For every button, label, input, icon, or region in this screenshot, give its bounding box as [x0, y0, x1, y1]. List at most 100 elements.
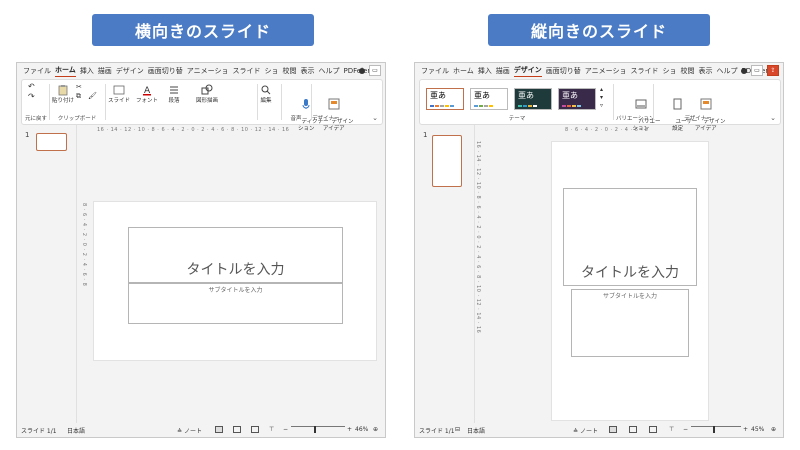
theme-office[interactable]: 亜あ — [426, 88, 464, 110]
zoom-slider-thumb[interactable] — [314, 426, 316, 433]
tab-design[interactable]: デザイン — [513, 65, 542, 77]
tab-draw[interactable]: 描画 — [98, 66, 112, 76]
reading-view-icon[interactable] — [649, 426, 657, 433]
collapse-ribbon-icon[interactable]: ⌄ — [770, 114, 776, 122]
title-placeholder[interactable]: タイトルを入力 — [563, 188, 697, 286]
slideshow-icon[interactable]: ⊤ — [269, 426, 274, 433]
fit-slide-icon[interactable]: ⊕ — [373, 426, 378, 433]
theme-scroll-icon[interactable]: ▴ ▾ ▿ — [600, 86, 603, 110]
editing-button[interactable]: 編集 — [260, 84, 272, 105]
slide-count: スライド 1/1 — [419, 428, 455, 435]
tab-slideshow[interactable]: スライド — [631, 66, 659, 76]
tab-file[interactable]: ファイル — [23, 66, 51, 76]
tab-insert[interactable]: 挿入 — [80, 66, 94, 76]
accessibility-icon[interactable]: ⊟ — [455, 426, 460, 433]
collapse-ribbon-icon[interactable]: ⌄ — [372, 114, 378, 122]
slideshow-icon[interactable]: ⊤ — [669, 426, 674, 433]
language[interactable]: 日本語 — [67, 426, 85, 435]
record-icon[interactable] — [741, 68, 747, 74]
subtitle-placeholder[interactable]: サブタイトルを入力 — [571, 289, 689, 357]
tab-show[interactable]: ショ — [265, 66, 279, 76]
tab-review[interactable]: 校閲 — [681, 66, 695, 76]
notes-button[interactable]: ≙ ノート — [573, 426, 598, 435]
design-ideas-icon — [328, 98, 340, 110]
tab-help[interactable]: ヘルプ — [717, 66, 738, 76]
copy-icon[interactable]: ⧉ — [76, 93, 81, 100]
tab-file[interactable]: ファイル — [421, 66, 449, 76]
paste-button[interactable]: 貼り付け — [52, 84, 74, 105]
font-icon: A — [143, 86, 151, 96]
undo-icon[interactable]: ↶ — [28, 83, 35, 91]
language[interactable]: 日本語 — [467, 426, 485, 435]
paragraph-button[interactable]: 段落 — [168, 84, 180, 105]
window-controls: ▭ — [359, 65, 381, 76]
cut-icon[interactable]: ✂ — [76, 84, 82, 91]
tab-home[interactable]: ホーム — [55, 65, 76, 77]
slide-canvas[interactable]: タイトルを入力 サブタイトルを入力 — [551, 141, 709, 421]
tab-transitions[interactable]: 画面切り替 — [148, 66, 183, 76]
tab-view[interactable]: 表示 — [699, 66, 713, 76]
slide-canvas[interactable]: タイトルを入力 サブタイトルを入力 — [93, 201, 377, 361]
format-painter-icon[interactable]: 🖌 — [88, 93, 97, 100]
zoom-slider-thumb[interactable] — [713, 426, 715, 433]
zoom-in-icon[interactable]: + — [347, 426, 352, 433]
tab-insert[interactable]: 挿入 — [478, 66, 492, 76]
slide-button[interactable]: スライド — [108, 84, 130, 105]
fit-slide-icon[interactable]: ⊕ — [771, 426, 776, 433]
comment-icon[interactable]: ▭ — [751, 65, 763, 76]
theme-light-label: 亜あ — [474, 91, 490, 100]
share-icon[interactable]: ⇪ — [767, 65, 779, 76]
theme-light[interactable]: 亜あ — [470, 88, 508, 110]
search-icon — [261, 85, 271, 95]
zoom-slider[interactable] — [291, 426, 345, 427]
slide-thumbnail[interactable] — [36, 133, 67, 151]
slide-label: スライド — [108, 98, 131, 104]
tab-transitions[interactable]: 画面切り替 — [546, 66, 581, 76]
font-label: フォント — [136, 98, 159, 104]
font-button[interactable]: A フォント — [136, 84, 158, 105]
slide-number: 1 — [25, 131, 30, 139]
tab-slideshow[interactable]: スライド — [233, 66, 261, 76]
notes-button[interactable]: ≙ ノート — [177, 426, 202, 435]
drawing-button[interactable]: 図形描画 — [196, 84, 218, 105]
tab-view[interactable]: 表示 — [301, 66, 315, 76]
theme-teal[interactable]: 亜あ — [514, 88, 552, 110]
zoom-slider[interactable] — [691, 426, 741, 427]
status-bar: スライド 1/1 ⊟ 日本語 ≙ ノート ⊤ − + 45% ⊕ — [415, 423, 783, 437]
theme-purple[interactable]: 亜あ — [558, 88, 596, 110]
user-setting-group: ユーザー 設定 デザイン アイデア デザイナー — [656, 82, 726, 132]
tab-help[interactable]: ヘルプ — [319, 66, 340, 76]
slide-sorter-icon[interactable] — [629, 426, 637, 433]
tab-design[interactable]: デザイン — [116, 66, 144, 76]
normal-view-icon[interactable] — [215, 426, 223, 433]
paragraph-label: 段落 — [168, 98, 180, 104]
vertical-ruler: 16 · 14 · 12 · 10 · 8 · 6 · 4 · 2 · 0 · … — [475, 141, 481, 334]
slide-thumbnail[interactable] — [432, 135, 462, 187]
editing-label: 編集 — [260, 98, 272, 104]
redo-icon[interactable]: ↷ — [28, 93, 35, 101]
tab-review[interactable]: 校閲 — [283, 66, 297, 76]
subtitle-placeholder[interactable]: サブタイトルを入力 — [128, 283, 343, 324]
zoom-in-icon[interactable]: + — [743, 426, 748, 433]
reading-view-icon[interactable] — [251, 426, 259, 433]
tab-animations[interactable]: アニメーショ — [187, 66, 229, 76]
tab-draw[interactable]: 描画 — [496, 66, 510, 76]
tab-show[interactable]: ショ — [663, 66, 677, 76]
zoom-level[interactable]: 46% — [355, 426, 368, 433]
title-placeholder[interactable]: タイトルを入力 — [128, 227, 343, 283]
normal-view-icon[interactable] — [609, 426, 617, 433]
variations-group: バリエー ション バリエーション — [616, 82, 661, 132]
comment-icon[interactable]: ▭ — [369, 65, 381, 76]
tab-animations[interactable]: アニメーショ — [585, 66, 627, 76]
slide-count: スライド 1/1 — [21, 428, 57, 435]
shapes-icon — [201, 84, 213, 95]
zoom-out-icon[interactable]: − — [283, 426, 288, 433]
record-icon[interactable] — [359, 68, 365, 74]
portrait-heading: 縦向きのスライド — [488, 14, 710, 46]
tab-home[interactable]: ホーム — [453, 66, 474, 76]
zoom-out-icon[interactable]: − — [683, 426, 688, 433]
slide-sorter-icon[interactable] — [233, 426, 241, 433]
paragraph-icon — [170, 86, 178, 94]
zoom-level[interactable]: 45% — [751, 426, 764, 433]
undo-group: ↶ ↷ 元に戻す — [24, 82, 50, 122]
